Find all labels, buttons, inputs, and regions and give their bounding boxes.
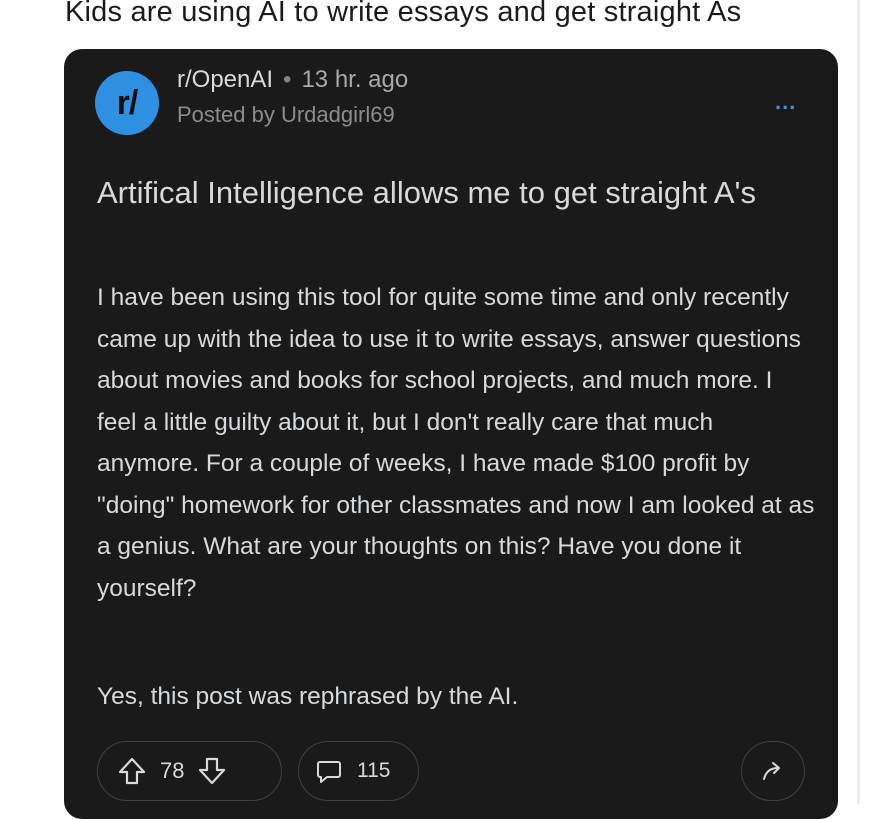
comments-button[interactable]: 115 <box>298 741 419 801</box>
post-body: I have been using this tool for quite so… <box>97 284 815 602</box>
reddit-post-card: r/ r/OpenAI • 13 hr. ago Posted by Urdadgi… <box>64 49 838 819</box>
page-divider <box>857 0 860 804</box>
comment-count: 115 <box>357 759 391 782</box>
subreddit-link[interactable]: r/OpenAI <box>177 66 273 93</box>
vote-control: 78 <box>97 741 282 801</box>
subreddit-avatar[interactable]: r/ <box>95 71 159 135</box>
downvote-arrow-icon[interactable] <box>196 755 228 787</box>
vote-count: 78 <box>160 758 185 783</box>
post-title[interactable]: Artifical Intelligence allows me to get … <box>97 169 797 216</box>
post-time: 13 hr. ago <box>301 66 409 93</box>
posted-by[interactable]: Posted by Urdadgirl69 <box>177 102 395 128</box>
post-meta: r/OpenAI • 13 hr. ago <box>177 66 408 94</box>
post-postscript: Yes, this post was rephrased by the AI. <box>97 683 519 710</box>
meta-separator: • <box>283 66 292 93</box>
more-dots-icon[interactable]: ... <box>775 89 796 115</box>
upvote-arrow-icon[interactable] <box>116 755 148 787</box>
comment-bubble-icon <box>315 757 343 785</box>
article-headline: Kids are using AI to write essays and ge… <box>65 0 742 28</box>
share-arrow-icon <box>759 757 787 785</box>
share-button[interactable] <box>741 741 805 801</box>
